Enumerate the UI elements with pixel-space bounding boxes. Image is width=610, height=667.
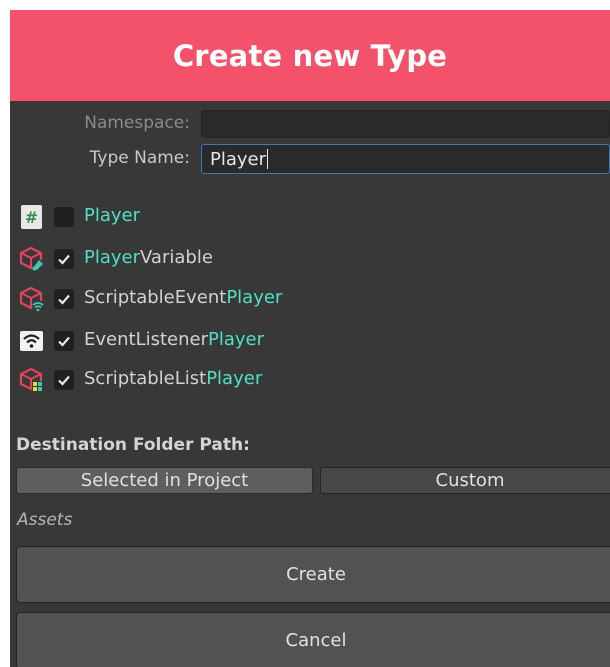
destination-folder-label: Destination Folder Path: bbox=[16, 435, 250, 455]
checkbox-scriptable-event-player[interactable] bbox=[54, 289, 74, 309]
header-bar: Create new Type bbox=[10, 10, 610, 101]
checkmark-icon bbox=[58, 294, 70, 305]
checkmark-icon bbox=[58, 375, 70, 386]
tab-selected-in-project[interactable]: Selected in Project bbox=[16, 467, 313, 494]
create-type-window: Create new Type Namespace: Type Name: Pl… bbox=[10, 10, 610, 667]
event-listener-icon bbox=[20, 331, 43, 351]
checkbox-player-variable[interactable] bbox=[54, 249, 74, 269]
scriptable-variable-icon bbox=[19, 246, 44, 271]
checkmark-icon bbox=[58, 254, 70, 265]
list-item-player: # Player bbox=[10, 202, 610, 232]
cancel-button[interactable]: Cancel bbox=[16, 612, 610, 667]
list-item-player-variable: PlayerVariable bbox=[10, 244, 610, 274]
destination-path: Assets bbox=[17, 510, 73, 530]
csharp-script-icon: # bbox=[21, 205, 42, 229]
type-name-value: Player bbox=[210, 149, 269, 170]
scriptable-list-icon bbox=[19, 367, 43, 392]
type-name-field[interactable]: Player bbox=[201, 144, 610, 174]
create-button[interactable]: Create bbox=[16, 546, 610, 603]
list-item-scriptable-event-player: ScriptableEventPlayer bbox=[10, 284, 610, 314]
checkbox-event-listener-player[interactable] bbox=[54, 331, 74, 351]
checkmark-icon bbox=[58, 336, 70, 347]
type-name-label: Type Name: bbox=[89, 148, 190, 168]
checkbox-player[interactable] bbox=[54, 207, 74, 227]
window-title: Create new Type bbox=[172, 38, 448, 73]
item-label: EventListenerPlayer bbox=[84, 329, 265, 350]
checkbox-scriptable-list-player[interactable] bbox=[54, 370, 74, 390]
item-label: Player bbox=[84, 205, 141, 226]
scriptable-event-icon bbox=[19, 286, 44, 312]
item-label: ScriptableListPlayer bbox=[84, 368, 263, 389]
list-item-event-listener-player: EventListenerPlayer bbox=[10, 326, 610, 356]
item-label: ScriptableEventPlayer bbox=[84, 287, 283, 308]
item-label: PlayerVariable bbox=[84, 247, 213, 268]
svg-text:#: # bbox=[25, 208, 38, 227]
namespace-label: Namespace: bbox=[84, 113, 190, 133]
tab-custom[interactable]: Custom bbox=[320, 467, 610, 494]
list-item-scriptable-list-player: ScriptableListPlayer bbox=[10, 365, 610, 395]
namespace-field[interactable] bbox=[201, 110, 610, 138]
